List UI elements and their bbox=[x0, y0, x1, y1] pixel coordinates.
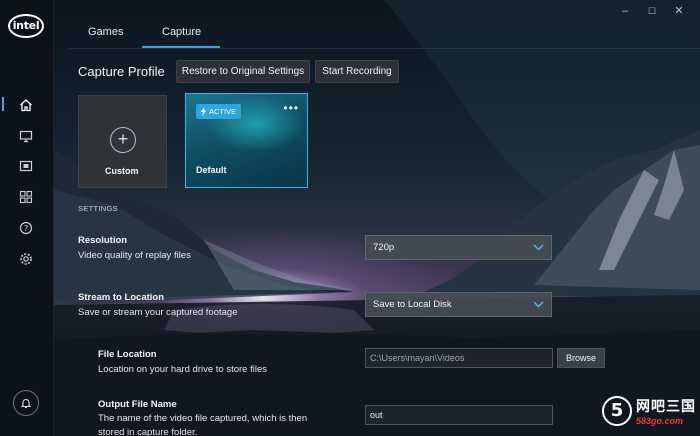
browse-button[interactable]: Browse bbox=[557, 348, 605, 368]
chevron-down-icon bbox=[533, 244, 544, 251]
display-icon[interactable] bbox=[16, 126, 36, 146]
stream-location-title: Stream to Location bbox=[78, 292, 165, 303]
active-badge-label: ACTIVE bbox=[209, 107, 237, 116]
close-icon[interactable]: ✕ bbox=[672, 4, 686, 18]
home-icon[interactable] bbox=[16, 95, 36, 115]
start-recording-button[interactable]: Start Recording bbox=[315, 60, 399, 83]
profile-card-default[interactable]: ACTIVE ••• Default bbox=[185, 93, 308, 188]
add-profile-icon: + bbox=[110, 127, 136, 153]
output-file-name-title: Output File Name bbox=[98, 399, 177, 410]
tab-capture[interactable]: Capture bbox=[162, 26, 201, 38]
output-file-name-desc: The name of the video file captured, whi… bbox=[98, 413, 308, 424]
active-badge: ACTIVE bbox=[196, 104, 242, 119]
tab-divider bbox=[68, 48, 700, 49]
restore-defaults-button[interactable]: Restore to Original Settings bbox=[176, 60, 310, 83]
apps-icon[interactable] bbox=[16, 187, 36, 207]
watermark: 5 网吧三国 583go.com bbox=[602, 396, 696, 426]
stream-location-value: Save to Local Disk bbox=[373, 299, 452, 310]
svg-text:?: ? bbox=[24, 224, 28, 233]
capture-icon[interactable] bbox=[16, 156, 36, 176]
profile-card-label: Custom bbox=[105, 166, 139, 176]
output-file-name-desc-2: stored in capture folder. bbox=[98, 427, 198, 436]
minimize-icon[interactable]: – bbox=[618, 4, 632, 18]
more-options-icon[interactable]: ••• bbox=[283, 101, 299, 115]
maximize-icon[interactable]: ☐ bbox=[645, 4, 659, 18]
intel-logo: intel bbox=[8, 14, 44, 38]
resolution-value: 720p bbox=[373, 242, 395, 253]
settings-icon[interactable] bbox=[16, 249, 36, 269]
file-location-input[interactable]: C:\Users\mayan\Videos bbox=[365, 348, 553, 368]
watermark-url: 583go.com bbox=[636, 416, 684, 426]
lightning-icon bbox=[200, 107, 207, 116]
settings-section-label: SETTINGS bbox=[78, 204, 118, 213]
watermark-logo: 5 bbox=[602, 396, 632, 426]
stream-location-desc: Save or stream your captured footage bbox=[78, 307, 238, 318]
active-indicator bbox=[2, 97, 4, 111]
resolution-desc: Video quality of replay files bbox=[78, 250, 191, 261]
output-file-name-input[interactable]: out bbox=[365, 405, 553, 425]
tab-games[interactable]: Games bbox=[88, 26, 123, 38]
watermark-title: 网吧三国 bbox=[636, 399, 696, 415]
sidebar: intel ? bbox=[0, 0, 54, 436]
tab-active-underline bbox=[142, 46, 220, 48]
resolution-title: Resolution bbox=[78, 235, 128, 246]
help-icon[interactable]: ? bbox=[16, 218, 36, 238]
resolution-dropdown[interactable]: 720p bbox=[365, 235, 552, 260]
file-location-title: File Location bbox=[98, 349, 157, 360]
file-location-desc: Location on your hard drive to store fil… bbox=[98, 364, 267, 375]
profile-card-label: Default bbox=[196, 165, 227, 175]
stream-location-dropdown[interactable]: Save to Local Disk bbox=[365, 292, 552, 317]
notifications-icon[interactable] bbox=[13, 390, 39, 416]
page-title: Capture Profile bbox=[78, 64, 165, 79]
chevron-down-icon bbox=[533, 301, 544, 308]
profile-card-custom[interactable]: + Custom bbox=[78, 95, 167, 188]
